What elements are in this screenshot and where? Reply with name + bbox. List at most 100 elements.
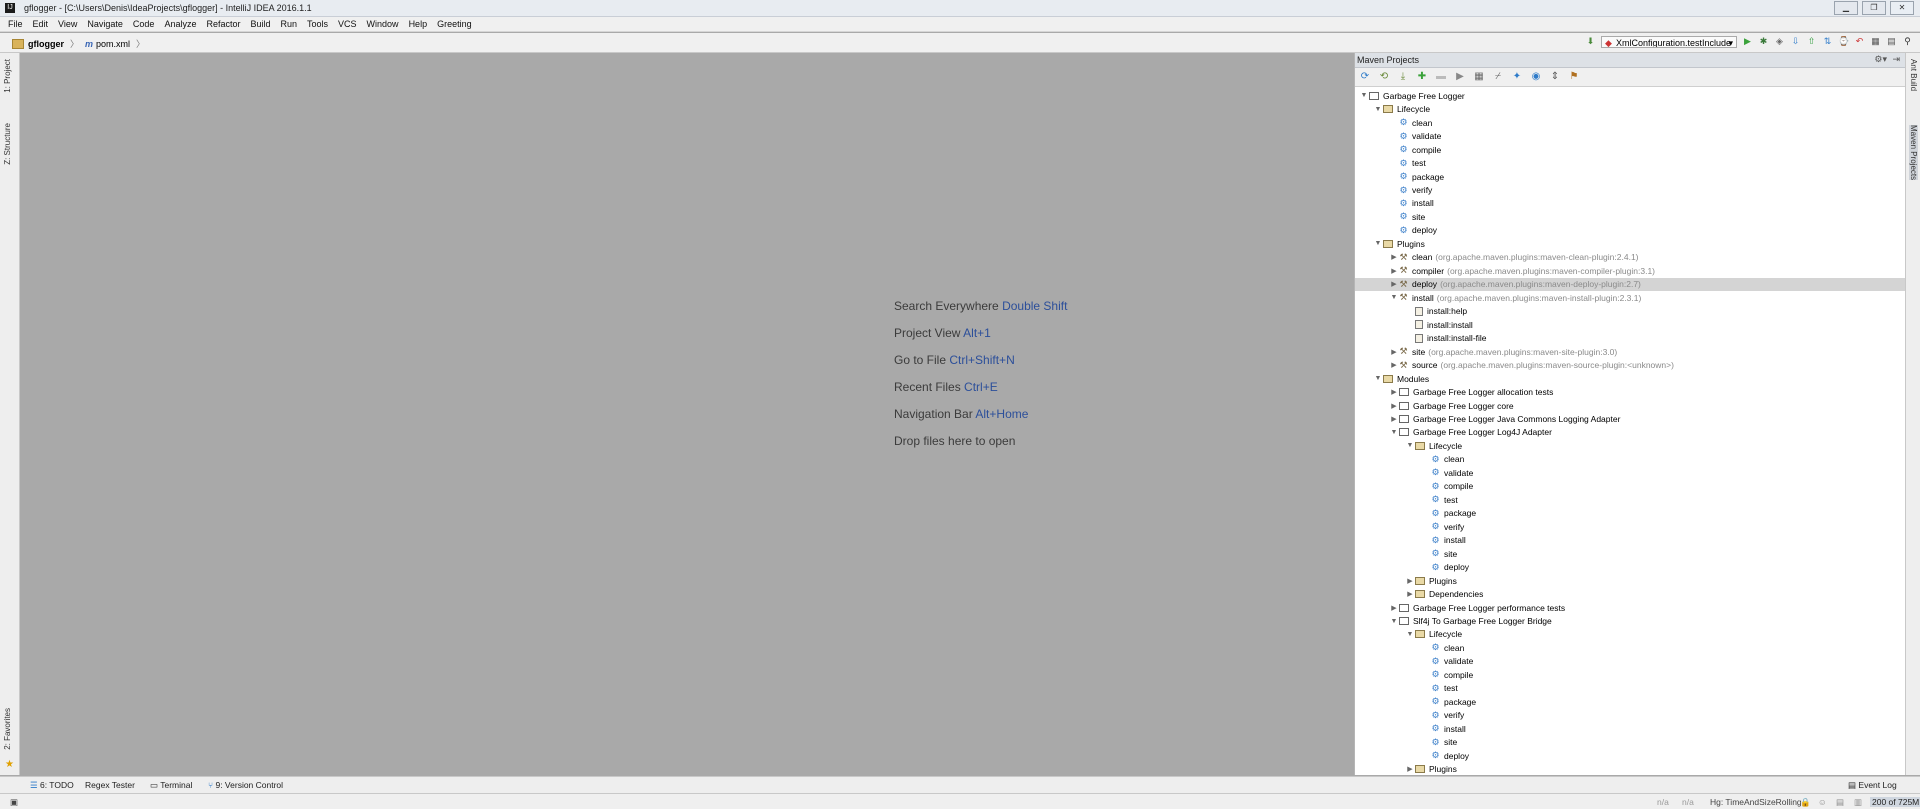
menu-window[interactable]: Window <box>367 19 399 29</box>
collapsed-arrow-icon[interactable]: ▶ <box>1389 280 1399 288</box>
debug-icon[interactable]: ✱ <box>1758 36 1769 47</box>
maven-tree-item[interactable]: ⚙ clean <box>1355 453 1905 466</box>
menu-file[interactable]: File <box>8 19 23 29</box>
maven-tree-item[interactable]: ⚙ clean <box>1355 641 1905 654</box>
build-project-icon[interactable]: ⬇ <box>1585 36 1596 47</box>
add-maven-project-icon[interactable]: ✚ <box>1416 71 1428 83</box>
maven-tree-item[interactable]: ▼ Lifecycle <box>1355 102 1905 115</box>
tab-event-log[interactable]: ▤ Event Log <box>1848 780 1897 791</box>
maven-tree-item[interactable]: ⚙ clean <box>1355 116 1905 129</box>
maven-tree-item[interactable]: ⚙ site <box>1355 210 1905 223</box>
maven-tree-item[interactable]: ⚙ validate <box>1355 655 1905 668</box>
maven-tree-item[interactable]: ▶ ⚒ source (org.apache.maven.plugins:maven-… <box>1355 358 1905 371</box>
maven-tree-item[interactable]: ⚙ validate <box>1355 129 1905 142</box>
menu-edit[interactable]: Edit <box>33 19 49 29</box>
expanded-arrow-icon[interactable]: ▼ <box>1405 442 1415 449</box>
collapsed-arrow-icon[interactable]: ▶ <box>1389 604 1399 612</box>
maven-tree-item[interactable]: ▼ Garbage Free Logger Log4J Adapter <box>1355 426 1905 439</box>
power-save-icon[interactable]: ▥ <box>1854 797 1862 808</box>
expanded-arrow-icon[interactable]: ▼ <box>1389 618 1399 625</box>
tab-regex-tester[interactable]: Regex Tester <box>85 780 135 790</box>
maven-tree-item[interactable]: ⚙ site <box>1355 736 1905 749</box>
generate-sources-icon[interactable]: ⟲ <box>1378 71 1390 83</box>
collapse-all-icon[interactable]: ⇕ <box>1549 71 1561 83</box>
maven-tree-item[interactable]: ▶ Garbage Free Logger performance tests <box>1355 601 1905 614</box>
hide-panel-icon[interactable]: ⇥ <box>1892 54 1900 65</box>
maven-tree-item[interactable]: install:install <box>1355 318 1905 331</box>
breadcrumb-project[interactable]: gflogger <box>28 39 64 49</box>
collapsed-arrow-icon[interactable]: ▶ <box>1389 348 1399 356</box>
tab-maven-projects[interactable]: Maven Projects <box>1909 125 1918 181</box>
maven-tree-item[interactable]: ⚙ package <box>1355 507 1905 520</box>
memory-indicator[interactable]: 200 of 725M <box>1870 797 1920 807</box>
collapsed-arrow-icon[interactable]: ▶ <box>1405 590 1415 598</box>
vcs-branch[interactable]: Hg: TimeAndSizeRolling <box>1710 797 1802 807</box>
maven-tree-item[interactable]: ▶ ⚒ compiler (org.apache.maven.plugins:mave… <box>1355 264 1905 277</box>
tab-terminal[interactable]: ▭ Terminal <box>150 780 192 791</box>
collapsed-arrow-icon[interactable]: ▶ <box>1405 765 1415 773</box>
collapsed-arrow-icon[interactable]: ▶ <box>1389 267 1399 275</box>
menu-vcs[interactable]: VCS <box>338 19 357 29</box>
expanded-arrow-icon[interactable]: ▼ <box>1389 429 1399 436</box>
maven-tree-item[interactable]: ⚙ verify <box>1355 520 1905 533</box>
tab-favorites[interactable]: 2: Favorites <box>3 708 12 750</box>
maven-tree-item[interactable]: ⚙ test <box>1355 493 1905 506</box>
maven-tree-item[interactable]: ▼ Lifecycle <box>1355 439 1905 452</box>
maven-tree-item[interactable]: ▶ ⚒ deploy (org.apache.maven.plugins:maven-… <box>1355 277 1905 292</box>
lock-icon[interactable]: 🔒 <box>1800 797 1811 808</box>
run-icon[interactable]: ▶ <box>1742 36 1753 47</box>
maven-tree-item[interactable]: ⚙ validate <box>1355 466 1905 479</box>
maven-tree-item[interactable]: ▼ Modules <box>1355 372 1905 385</box>
collapsed-arrow-icon[interactable]: ▶ <box>1389 388 1399 396</box>
coverage-icon[interactable]: ◈ <box>1774 36 1785 47</box>
maven-tree-item[interactable]: ▼ Plugins <box>1355 237 1905 250</box>
menu-greeting[interactable]: Greeting <box>437 19 472 29</box>
maven-tree-item[interactable]: ⚙ deploy <box>1355 560 1905 573</box>
expanded-arrow-icon[interactable]: ▼ <box>1405 631 1415 638</box>
maven-tree-item[interactable]: ⚙ compile <box>1355 668 1905 681</box>
project-structure-icon[interactable]: ▦ <box>1870 36 1881 47</box>
inspector-icon[interactable]: ☺ <box>1818 797 1827 807</box>
expanded-arrow-icon[interactable]: ▼ <box>1359 92 1369 99</box>
menu-view[interactable]: View <box>58 19 77 29</box>
maven-tree-item[interactable]: ▼ ⚒ install (org.apache.maven.plugins:maven… <box>1355 291 1905 304</box>
maven-tree-item[interactable]: ▼ Garbage Free Logger <box>1355 89 1905 102</box>
revert-icon[interactable]: ↶ <box>1854 36 1865 47</box>
run-configuration-select[interactable]: XmlConfiguration.testInclude ◆ ▾ <box>1601 36 1737 48</box>
maven-tree-item[interactable]: install:help <box>1355 305 1905 318</box>
expanded-arrow-icon[interactable]: ▼ <box>1373 240 1383 247</box>
vcs-compare-icon[interactable]: ⇅ <box>1822 36 1833 47</box>
maven-tree-item[interactable]: ⚙ compile <box>1355 480 1905 493</box>
collapsed-arrow-icon[interactable]: ▶ <box>1389 361 1399 369</box>
menu-analyze[interactable]: Analyze <box>164 19 196 29</box>
menu-build[interactable]: Build <box>250 19 270 29</box>
maven-tree-item[interactable]: ⚙ install <box>1355 533 1905 546</box>
vcs-history-icon[interactable]: ⌚ <box>1838 36 1849 47</box>
collapsed-arrow-icon[interactable]: ▶ <box>1389 402 1399 410</box>
collapsed-arrow-icon[interactable]: ▶ <box>1405 577 1415 585</box>
notifications-icon[interactable]: ▤ <box>1836 797 1844 808</box>
remove-icon[interactable]: ▬ <box>1435 71 1447 83</box>
collapsed-arrow-icon[interactable]: ▶ <box>1389 253 1399 261</box>
maven-tree-item[interactable]: ⚙ deploy <box>1355 749 1905 762</box>
skip-tests-icon[interactable]: ✦ <box>1511 71 1523 83</box>
maven-tree-item[interactable]: ▶ Garbage Free Logger allocation tests <box>1355 385 1905 398</box>
tab-structure[interactable]: Z: Structure <box>3 123 12 165</box>
minimize-button[interactable]: ▁ <box>1834 1 1858 15</box>
collapsed-arrow-icon[interactable]: ▶ <box>1389 415 1399 423</box>
maven-tree-item[interactable]: ⚙ package <box>1355 170 1905 183</box>
maven-tree-item[interactable]: ▶ Dependencies <box>1355 587 1905 600</box>
close-button[interactable]: ✕ <box>1890 1 1914 15</box>
expanded-arrow-icon[interactable]: ▼ <box>1389 294 1399 301</box>
dependency-diagram-icon[interactable]: ◉ <box>1530 71 1542 83</box>
vcs-commit-icon[interactable]: ⇧ <box>1806 36 1817 47</box>
maven-tree-item[interactable]: ⚙ verify <box>1355 709 1905 722</box>
download-sources-icon[interactable]: ⤓ <box>1397 71 1409 83</box>
reimport-icon[interactable]: ⟳ <box>1359 71 1371 83</box>
maven-tree-item[interactable]: ⚙ site <box>1355 547 1905 560</box>
toggle-offline-icon[interactable]: ⌿ <box>1492 71 1504 83</box>
menu-refactor[interactable]: Refactor <box>206 19 240 29</box>
tab-project[interactable]: 1: Project <box>3 59 12 93</box>
tab-version-control[interactable]: ⑂ 9: Version Control <box>208 780 283 790</box>
expanded-arrow-icon[interactable]: ▼ <box>1373 375 1383 382</box>
